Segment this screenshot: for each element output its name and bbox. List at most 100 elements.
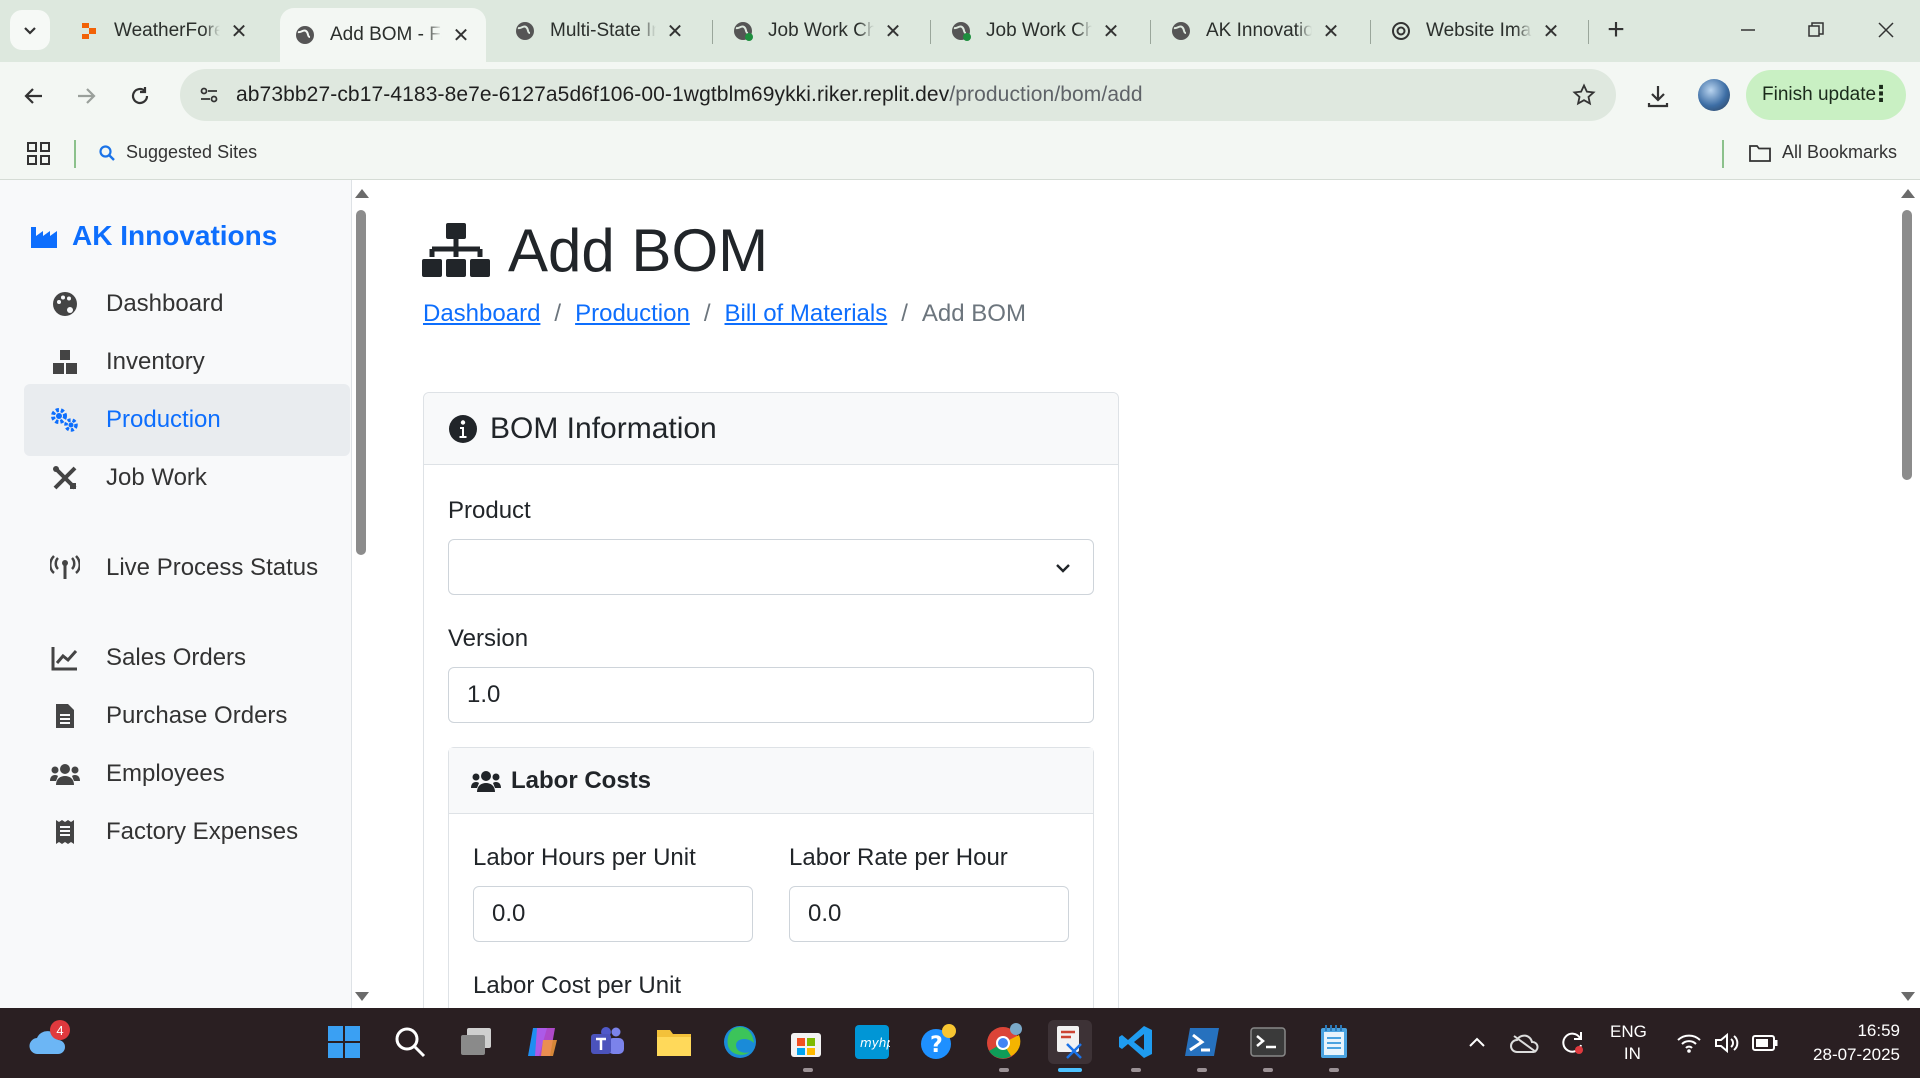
running-indicator [1197, 1068, 1207, 1072]
task-view-icon [461, 1028, 491, 1055]
active-indicator [1058, 1068, 1082, 1072]
tab-weatherforecast[interactable]: WeatherForecast ✕ [64, 8, 264, 54]
tray-overflow[interactable] [1466, 1008, 1488, 1078]
arrow-right-icon [78, 88, 96, 104]
breadcrumb-separator: / [901, 300, 908, 327]
page-scrollbar[interactable] [1896, 180, 1920, 1008]
forward-button[interactable] [66, 76, 106, 116]
sidebar-item-label: Job Work [106, 464, 207, 491]
clock-time: 16:59 [1857, 1021, 1900, 1040]
apps-grid-icon[interactable] [26, 141, 52, 167]
vscode-icon [1119, 1026, 1152, 1058]
network-volume-battery[interactable] [1676, 1008, 1778, 1078]
get-help-app[interactable]: ? [916, 1020, 960, 1064]
myhp-app[interactable]: myhp [850, 1020, 894, 1064]
close-icon [1878, 22, 1894, 38]
copilot-app[interactable] [520, 1020, 564, 1064]
scrollbar-thumb[interactable] [356, 210, 366, 555]
powershell-app[interactable] [1180, 1020, 1224, 1064]
close-icon[interactable]: ✕ [450, 24, 472, 47]
tab-search-button[interactable] [10, 10, 50, 50]
terminal-icon [1250, 1027, 1286, 1057]
breadcrumb-separator: / [554, 300, 562, 327]
close-icon[interactable]: ✕ [1540, 20, 1562, 43]
close-icon[interactable]: ✕ [664, 20, 686, 43]
minimize-icon [1741, 29, 1755, 31]
site-info-icon[interactable] [194, 80, 224, 110]
terminal-app[interactable] [1246, 1020, 1290, 1064]
taskbar-search[interactable] [388, 1020, 432, 1064]
scroll-down-icon[interactable] [355, 992, 369, 1001]
tab-job-work-challan-1[interactable]: Job Work Challan ✕ [718, 8, 918, 54]
task-view-button[interactable] [454, 1020, 498, 1064]
sidebar-item-factory-expenses[interactable]: Factory Expenses [24, 796, 350, 868]
tab-website-image[interactable]: Website Image ✕ [1376, 8, 1576, 54]
breadcrumb-production[interactable]: Production [575, 300, 690, 328]
suggested-sites-link[interactable]: Suggested Sites [98, 142, 257, 163]
myhp-icon: myhp [855, 1025, 890, 1059]
input-language[interactable]: ENG IN [1610, 1008, 1647, 1078]
back-button[interactable] [14, 76, 54, 116]
brand-link[interactable]: AK Innovations [30, 220, 277, 252]
bookmark-star-icon[interactable] [1570, 81, 1598, 109]
version-input[interactable]: 1.0 [448, 667, 1094, 723]
microsoft-store-app[interactable] [784, 1020, 828, 1064]
close-icon[interactable]: ✕ [882, 20, 904, 43]
clock[interactable]: 16:59 28-07-2025 [1794, 1008, 1900, 1078]
start-button[interactable] [322, 1020, 366, 1064]
reload-button[interactable] [120, 76, 160, 116]
tab-add-bom[interactable]: Add BOM - Factory ✕ [280, 8, 486, 62]
download-icon [1647, 86, 1669, 108]
help-icon: ? [921, 1024, 956, 1059]
close-window-button[interactable] [1858, 10, 1914, 50]
sidebar-scrollbar[interactable] [352, 180, 376, 1008]
address-bar[interactable]: ab73bb27-cb17-4183-8e7e-6127a5d6f106-00-… [180, 69, 1616, 121]
restore-button[interactable] [1788, 10, 1844, 50]
finish-update-button[interactable]: Finish update ⋮ [1746, 70, 1906, 120]
edge-app[interactable] [718, 1020, 762, 1064]
all-bookmarks-button[interactable]: All Bookmarks [1748, 142, 1897, 163]
language-code: ENG [1610, 1022, 1647, 1041]
tab-multi-state-inventory[interactable]: Multi-State Inventory ✕ [500, 8, 700, 54]
minimize-button[interactable] [1720, 10, 1776, 50]
sidebar-item-job-work[interactable]: Job Work [24, 442, 350, 514]
running-indicator [1131, 1068, 1141, 1072]
breadcrumb-dashboard[interactable]: Dashboard [423, 300, 540, 328]
scroll-up-icon[interactable] [355, 189, 369, 198]
tab-ak-innovations[interactable]: AK Innovations ✕ [1156, 8, 1356, 54]
teams-app[interactable] [586, 1020, 630, 1064]
sync-tray[interactable] [1558, 1008, 1586, 1078]
onedrive-tray[interactable] [1510, 1008, 1540, 1078]
tools-icon [50, 463, 80, 493]
tab-separator [1150, 20, 1151, 44]
scrollbar-thumb[interactable] [1902, 210, 1912, 480]
chrome-app[interactable] [982, 1020, 1026, 1064]
file-explorer-app[interactable] [652, 1020, 696, 1064]
chevron-up-icon [1469, 1037, 1485, 1047]
download-button[interactable] [1638, 76, 1678, 116]
replit-icon [78, 20, 100, 42]
profile-avatar[interactable] [1698, 79, 1730, 111]
labor-cost-label: Labor Cost per Unit [473, 972, 682, 999]
labor-hours-input[interactable]: 0.0 [473, 886, 753, 942]
scroll-up-icon[interactable] [1901, 189, 1915, 198]
close-icon[interactable]: ✕ [1320, 20, 1342, 43]
snipping-tool-app[interactable] [1048, 1020, 1092, 1064]
edge-icon [724, 1026, 756, 1058]
sidebar-item-label: Dashboard [106, 290, 224, 317]
sidebar-item-label: Live Process Status [106, 554, 319, 581]
more-vert-icon[interactable]: ⋮ [1870, 82, 1892, 106]
breadcrumb-current: Add BOM [921, 300, 1026, 327]
tab-job-work-challan-2[interactable]: Job Work Challan ✕ [936, 8, 1136, 54]
breadcrumb-bill-of-materials[interactable]: Bill of Materials [725, 300, 888, 328]
notepad-app[interactable] [1312, 1020, 1356, 1064]
scroll-down-icon[interactable] [1901, 992, 1915, 1001]
suggested-sites-label: Suggested Sites [126, 142, 258, 162]
product-select[interactable] [448, 539, 1094, 595]
sidebar-item-live-process-status[interactable]: Live Process Status [24, 532, 350, 604]
close-icon[interactable]: ✕ [1100, 20, 1122, 43]
labor-rate-input[interactable]: 0.0 [789, 886, 1069, 942]
new-tab-button[interactable]: + [1598, 12, 1634, 48]
vscode-app[interactable] [1114, 1020, 1158, 1064]
close-icon[interactable]: ✕ [228, 20, 250, 43]
